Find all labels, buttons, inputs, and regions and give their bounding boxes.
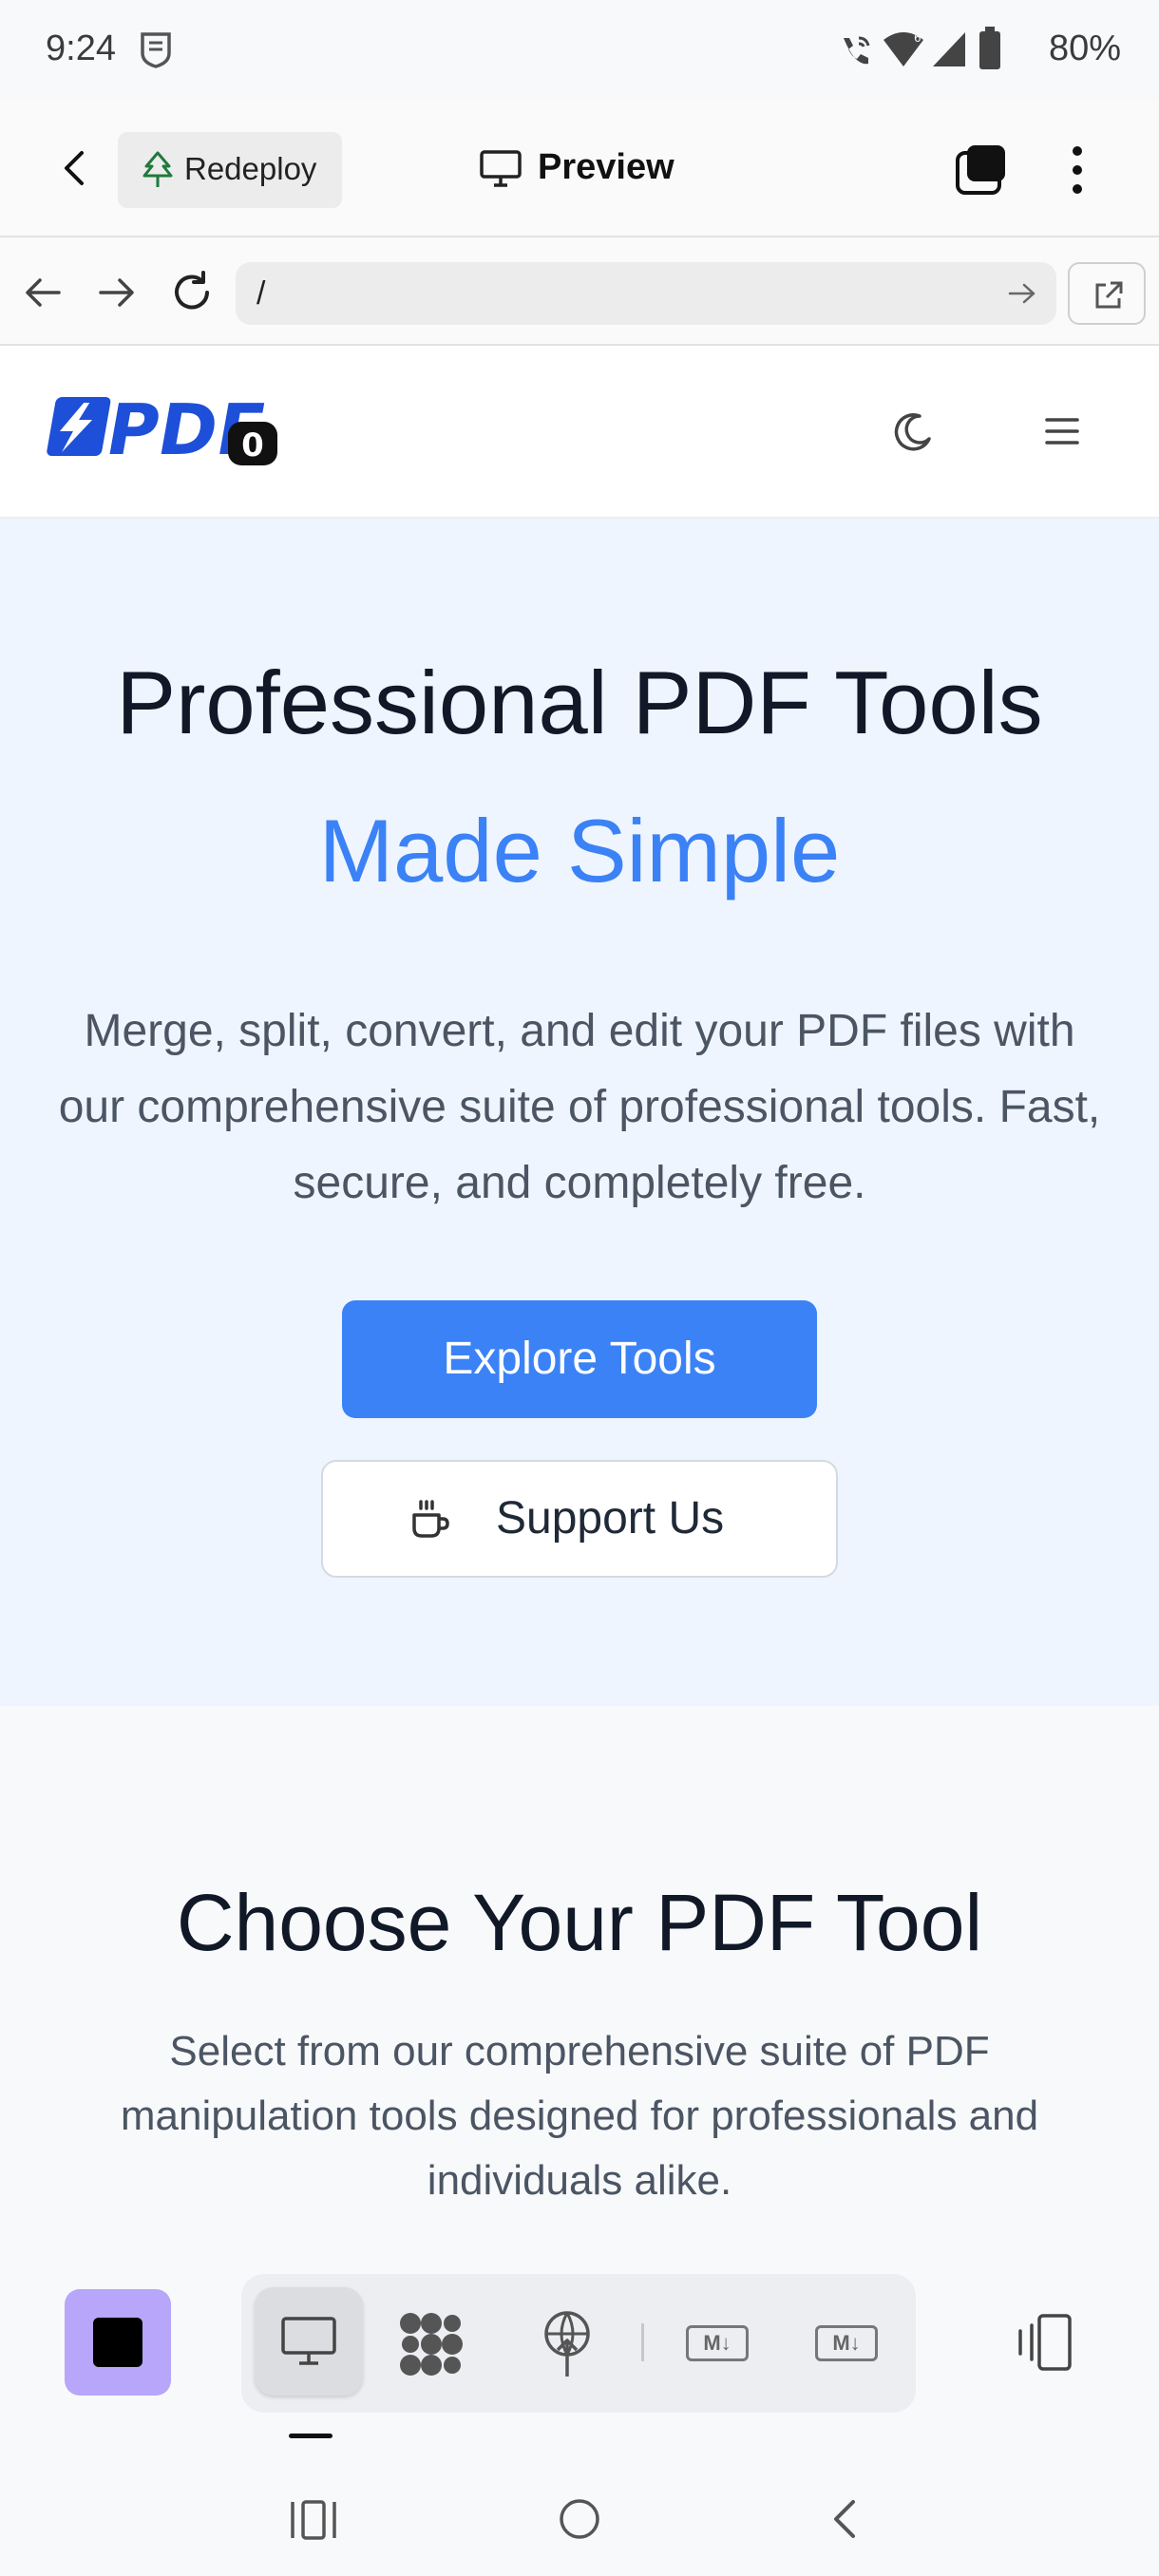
system-navigation-bar [0, 2466, 1159, 2576]
desktop-icon [281, 2317, 336, 2365]
hero-section: Professional PDF Tools Made Simple Merge… [0, 519, 1159, 1706]
shield-icon [141, 32, 171, 68]
monitor-icon [480, 150, 522, 187]
redeploy-label: Redeploy [184, 151, 317, 186]
wifi-calling-icon [844, 36, 870, 65]
battery-percent: 80% [1048, 28, 1121, 68]
wifi-6-icon: 6 [884, 31, 923, 66]
more-vert-icon[interactable] [1060, 143, 1094, 197]
recents-icon[interactable] [287, 2496, 340, 2544]
battery-icon [979, 27, 1000, 69]
desktop-mode-button[interactable] [255, 2287, 363, 2396]
status-time: 9:24 [46, 28, 116, 68]
hero-description: Merge, split, convert, and edit your PDF… [58, 1006, 1101, 1208]
bottom-toolbar: M↓ M↓ [0, 2238, 1159, 2466]
logo-badge: 0 [241, 426, 264, 464]
arrow-right-icon[interactable] [97, 275, 137, 310]
active-mode-indicator [289, 2434, 332, 2438]
url-bar-row [0, 239, 1159, 346]
support-us-button[interactable]: Support Us [321, 1460, 838, 1578]
hero-title: Professional PDF Tools [116, 653, 1043, 752]
device-rotate-icon[interactable] [1007, 2312, 1075, 2375]
pattern-icon[interactable] [397, 2310, 466, 2378]
menu-icon[interactable] [1043, 414, 1081, 448]
preview-title: Preview [538, 147, 674, 187]
tools-section: Choose Your PDF Tool Select from our com… [0, 1706, 1159, 2238]
group-divider [641, 2323, 644, 2361]
tree-icon [142, 151, 173, 187]
hero-accent: Made Simple [318, 801, 841, 900]
open-external-button[interactable] [1068, 262, 1146, 325]
go-arrow-icon[interactable] [1007, 281, 1037, 306]
reload-icon[interactable] [169, 270, 215, 315]
markdown-icon[interactable]: M↓ [815, 2325, 878, 2361]
status-bar: 9:24 6 80% [0, 0, 1159, 100]
globe-upload-icon[interactable] [540, 2308, 595, 2378]
coffee-icon [412, 1500, 449, 1538]
explore-tools-button[interactable]: Explore Tools [342, 1300, 817, 1418]
view-mode-group: M↓ M↓ [241, 2274, 916, 2413]
arrow-left-icon[interactable] [23, 275, 63, 310]
stop-square-icon [93, 2318, 142, 2367]
pdf0-logo[interactable]: PDF 0 [44, 393, 281, 469]
support-us-label: Support Us [496, 1493, 725, 1544]
chevron-left-icon[interactable] [55, 147, 97, 189]
moon-icon[interactable] [891, 410, 935, 454]
svg-text:6: 6 [914, 31, 922, 45]
tools-description: Select from our comprehensive suite of P… [120, 2028, 1039, 2204]
site-header: PDF 0 [0, 346, 1159, 519]
status-icons: 6 80% [836, 25, 1159, 74]
app-toolbar: Redeploy Preview [0, 100, 1159, 237]
markdown-icon[interactable]: M↓ [686, 2325, 749, 2361]
tabs-icon[interactable] [954, 143, 1009, 197]
redeploy-button[interactable]: Redeploy [118, 132, 342, 208]
tools-title: Choose Your PDF Tool [176, 1878, 983, 1967]
url-input[interactable] [236, 262, 1056, 325]
stop-button[interactable] [65, 2289, 171, 2396]
home-icon[interactable] [557, 2496, 602, 2542]
signal-icon [933, 32, 965, 66]
back-icon[interactable] [825, 2496, 863, 2542]
open-external-icon [1095, 281, 1123, 309]
